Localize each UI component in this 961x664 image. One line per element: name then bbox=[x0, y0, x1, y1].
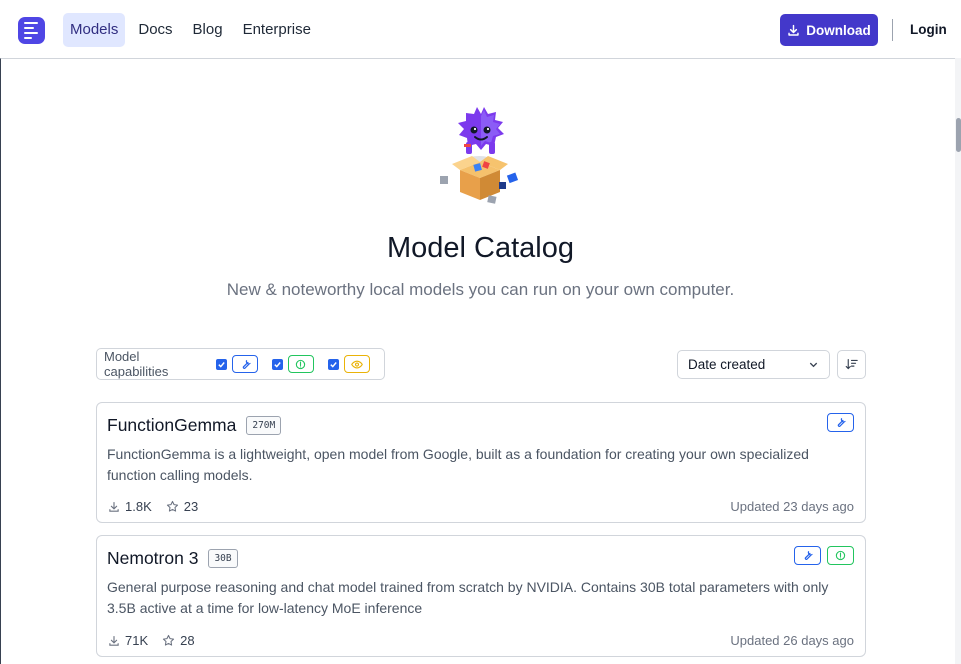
updated-timestamp: Updated 26 days ago bbox=[730, 633, 854, 648]
mascot-illustration bbox=[440, 107, 519, 204]
model-size-tag: 30B bbox=[208, 549, 238, 568]
lightbulb-icon bbox=[296, 359, 306, 369]
star-count-value: 28 bbox=[180, 633, 195, 648]
top-nav: Models Docs Blog Enterprise Download Log… bbox=[0, 0, 961, 58]
model-title-row: FunctionGemma 270M bbox=[107, 415, 282, 436]
model-card[interactable]: FunctionGemma 270M FunctionGemma is a li… bbox=[96, 402, 866, 523]
star-icon bbox=[163, 634, 175, 646]
model-name[interactable]: Nemotron 3 bbox=[107, 548, 198, 569]
model-capabilities bbox=[827, 413, 854, 432]
tool-use-badge bbox=[827, 413, 854, 432]
model-stats: 1.8K 23 bbox=[108, 499, 212, 514]
login-link[interactable]: Login bbox=[910, 22, 947, 37]
vision-filter-badge[interactable] bbox=[343, 355, 370, 373]
nav-divider bbox=[892, 19, 893, 41]
nav-item-docs[interactable]: Docs bbox=[131, 13, 179, 47]
model-title-row: Nemotron 3 30B bbox=[107, 548, 238, 569]
download-icon bbox=[109, 501, 119, 512]
tool-use-badge bbox=[794, 546, 821, 565]
model-card[interactable]: Nemotron 3 30B General purpose reasoning… bbox=[96, 535, 866, 657]
updated-timestamp: Updated 23 days ago bbox=[730, 499, 854, 514]
sort-select-value: Date created bbox=[688, 357, 766, 372]
nav-item-enterprise[interactable]: Enterprise bbox=[236, 13, 318, 47]
star-count: 23 bbox=[166, 499, 198, 514]
chevron-down-icon bbox=[809, 362, 818, 368]
download-icon bbox=[109, 635, 119, 646]
sort-select[interactable]: Date created bbox=[677, 350, 830, 379]
page-subtitle: New & noteworthy local models you can ru… bbox=[226, 280, 735, 299]
wrench-icon bbox=[804, 551, 813, 560]
tool-use-filter-badge[interactable] bbox=[231, 355, 259, 373]
lightbulb-icon bbox=[835, 550, 846, 561]
eye-icon bbox=[350, 360, 363, 368]
scrollbar-thumb[interactable] bbox=[956, 118, 961, 152]
scrollbar[interactable] bbox=[955, 58, 961, 664]
nav-item-blog[interactable]: Blog bbox=[186, 13, 230, 47]
capabilities-filter: Model capabilities bbox=[96, 348, 385, 380]
sort-descending-icon bbox=[845, 359, 858, 370]
reasoning-checkbox[interactable] bbox=[272, 358, 283, 370]
vision-checkbox[interactable] bbox=[328, 358, 339, 370]
download-button[interactable]: Download bbox=[780, 14, 878, 46]
sort-direction-button[interactable] bbox=[837, 350, 866, 379]
download-count: 71K bbox=[108, 633, 148, 648]
download-icon bbox=[788, 24, 799, 36]
model-stats: 71K 28 bbox=[108, 633, 209, 648]
model-description: FunctionGemma is a lightweight, open mod… bbox=[107, 446, 809, 483]
app-logo[interactable] bbox=[18, 17, 45, 44]
download-label: Download bbox=[806, 22, 871, 38]
download-count-value: 1.8K bbox=[125, 499, 152, 514]
page-title: Model Catalog bbox=[387, 232, 574, 264]
model-description: General purpose reasoning and chat model… bbox=[107, 579, 829, 616]
main-nav: Models Docs Blog Enterprise bbox=[63, 13, 318, 47]
star-count: 28 bbox=[162, 633, 195, 648]
model-name[interactable]: FunctionGemma bbox=[107, 415, 236, 436]
model-size-tag: 270M bbox=[246, 416, 282, 435]
reasoning-filter-badge[interactable] bbox=[287, 355, 315, 373]
model-capabilities bbox=[794, 546, 854, 565]
tool-use-checkbox[interactable] bbox=[216, 358, 227, 370]
wrench-icon bbox=[837, 418, 846, 427]
star-count-value: 23 bbox=[183, 499, 199, 514]
capabilities-label: Model capabilities bbox=[104, 349, 169, 379]
nav-item-models[interactable]: Models bbox=[63, 13, 126, 47]
download-count: 1.8K bbox=[108, 499, 152, 514]
star-icon bbox=[166, 500, 178, 512]
download-count-value: 71K bbox=[125, 633, 149, 648]
reasoning-badge bbox=[827, 546, 854, 565]
wrench-icon bbox=[242, 359, 251, 369]
